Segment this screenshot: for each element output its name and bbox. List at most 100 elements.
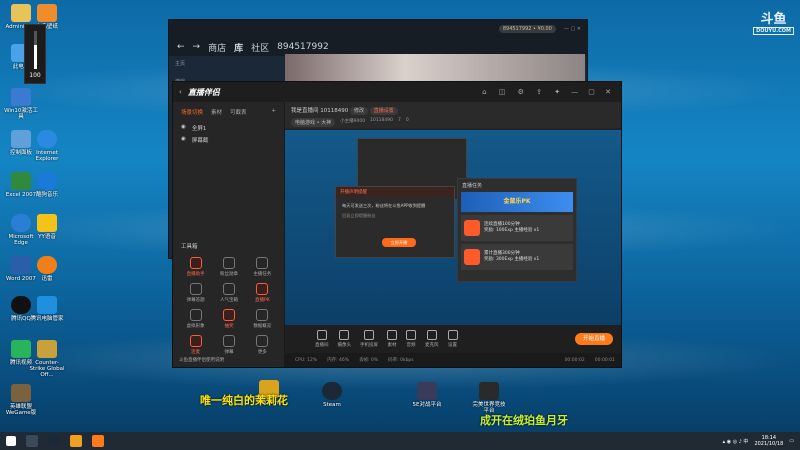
scene-label: 全屏1 (191, 126, 207, 132)
windows-start-icon[interactable] (6, 436, 16, 446)
room-category[interactable]: 电脑游戏 • 大神 (291, 118, 336, 127)
tab-material[interactable]: 素材 (211, 108, 222, 116)
streamer-taskbar-icon[interactable] (70, 435, 82, 447)
desktop-icon-win10[interactable]: Win10激活工具 (2, 88, 40, 120)
back-arrow-icon[interactable]: ← (177, 42, 185, 52)
desktop-icon-perfect-world[interactable]: 完美世界竞技平台 (470, 382, 508, 414)
monitor-icon (316, 330, 327, 340)
douyu-taskbar-icon[interactable] (92, 435, 104, 447)
ie-icon (37, 130, 57, 148)
live-settings-tag[interactable]: 直播设置 (369, 107, 398, 115)
pk-banner[interactable]: 金鼠乐PK (461, 192, 573, 212)
control-audio[interactable]: 音频 (406, 330, 416, 348)
desktop-icon-5e[interactable]: 5E对战平台 (408, 382, 446, 408)
tab-table[interactable]: 可截表 (230, 108, 247, 116)
room-gifts: 0 (405, 118, 409, 123)
tool-icon (189, 335, 202, 347)
tool-item[interactable]: 主播任务 (246, 257, 279, 277)
title-action-icons[interactable]: ⌂ ◫ ⚙ ⇪ ✦ (482, 88, 565, 96)
tool-item[interactable]: 粉丝勋章 (212, 257, 245, 277)
preview-area[interactable]: 开播声明提醒 每天可发送三次，粉丝将在斗鱼APP收到提醒 回复立即提醒粉丝 立即… (285, 130, 621, 325)
desktop-icon-steam[interactable]: Steam (313, 382, 351, 408)
lyric-line-2: 成开在绒珀鱼月牙 (480, 414, 568, 427)
perfect-world-icon (479, 382, 499, 400)
nav-library[interactable]: 库 (234, 41, 243, 54)
eye-icon[interactable]: ◉ (181, 124, 186, 132)
tool-item[interactable]: 抽奖 (212, 309, 245, 329)
desktop-icon-label: Internet Explorer (35, 150, 59, 162)
back-arrow-icon[interactable]: ‹ (179, 88, 182, 96)
bird-icon (37, 4, 57, 22)
control-material[interactable]: 素材 (387, 330, 397, 348)
nav-store[interactable]: 商店 (208, 41, 226, 54)
tool-item[interactable]: 弹幕 (212, 335, 245, 355)
usage-notice[interactable]: 斗鱼直播伴侣使用说明 (179, 357, 224, 363)
window-controls[interactable]: — ▢ ✕ (571, 88, 615, 96)
task-view-icon[interactable] (26, 435, 38, 447)
tool-item[interactable]: 弹幕答题 (179, 283, 212, 303)
desktop-icon-yy[interactable]: YY语音 (28, 214, 66, 240)
desktop-icon-ie[interactable]: Internet Explorer (28, 130, 66, 162)
tool-icon (222, 335, 235, 347)
desktop-icon-pc-manager[interactable]: 腾讯电脑管家 (28, 296, 66, 322)
tray-icons[interactable]: ▴ ◉ ◎ ♪ 中 (723, 438, 749, 445)
control-settings[interactable]: 设置 (447, 330, 458, 348)
control-camera[interactable]: 摄像头 (338, 330, 351, 348)
announce-dialog[interactable]: 开播声明提醒 每天可发送三次，粉丝将在斗鱼APP收到提醒 回复立即提醒粉丝 立即… (335, 186, 455, 258)
task-icon (464, 220, 480, 236)
start-live-button[interactable]: 开始直播 (575, 333, 613, 345)
notification-icon[interactable]: ▭ (789, 438, 794, 444)
camera-icon (339, 330, 350, 340)
control-room[interactable]: 直播间 (315, 330, 329, 348)
task-title: 直播任务 (462, 183, 483, 189)
room-title: 我是直播间 10118490 (291, 108, 349, 114)
tool-label: 人气宝箱 (219, 298, 238, 303)
clock[interactable]: 18:14 2021/10/18 (754, 435, 783, 447)
dialog-text: 每天可发送三次，粉丝将在斗鱼APP收到提醒 (342, 203, 426, 208)
left-panel: 场景切换 素材 可截表 + ◉ 全屏1 ◉ 屏幕截 工具箱 直播助手 粉丝勋章 … (173, 102, 285, 367)
tool-item[interactable]: 直播PK (246, 283, 279, 303)
desktop-icon-label: Win10激活工具 (4, 108, 38, 120)
kugou-icon (37, 172, 57, 190)
tool-icon (189, 283, 202, 295)
tool-item[interactable]: 直播助手 (179, 257, 212, 277)
window-controls[interactable]: — ▢ ✕ (564, 26, 581, 32)
tab-scene[interactable]: 场景切换 (181, 108, 203, 116)
forward-arrow-icon[interactable]: → (193, 42, 201, 52)
tool-item[interactable]: 连麦 (179, 335, 212, 355)
start-now-button[interactable]: 立即开播 (382, 238, 416, 247)
desktop-icon-csgo[interactable]: Counter-Strike Global Off... (28, 340, 66, 378)
volume-value: 100 (29, 72, 41, 79)
tool-item[interactable]: 人气宝箱 (212, 283, 245, 303)
control-phone[interactable]: 手机投屏 (360, 330, 378, 348)
eye-icon[interactable]: ◉ (181, 136, 186, 144)
tool-item[interactable]: 虚拟形象 (179, 309, 212, 329)
control-mic[interactable]: 麦克风 (425, 330, 439, 348)
nav-username[interactable]: 894517992 (277, 42, 329, 52)
edit-tag[interactable]: 修改 (350, 107, 369, 115)
gear-icon (447, 330, 458, 340)
scene-item[interactable]: ◉ 屏幕截 (173, 134, 284, 146)
desktop-icon-lol[interactable]: 英雄联盟 WeGame版 (2, 384, 40, 416)
steam-home[interactable]: 主页 (175, 60, 185, 67)
tool-icon (189, 309, 202, 321)
add-icon[interactable]: + (271, 108, 276, 116)
tool-label: 主播任务 (253, 272, 272, 277)
steam-taskbar-icon[interactable] (48, 435, 60, 447)
task-panel[interactable]: 直播任务 金鼠乐PK 连续直播100分钟 奖励: 100Exp 主播经验 x1 累… (457, 178, 577, 282)
desktop-icon-kugou[interactable]: 酷狗音乐 (28, 172, 66, 198)
desktop-icon-label: 酷狗音乐 (35, 192, 58, 198)
steam-account-pill[interactable]: 894517992 • ¥0.00 (498, 25, 556, 33)
nav-community[interactable]: 社区 (251, 41, 269, 54)
scene-item[interactable]: ◉ 全屏1 (173, 122, 284, 134)
tool-label: 直播PK (254, 298, 270, 303)
tool-label: 粉丝勋章 (219, 272, 238, 277)
tool-item[interactable]: 数据概览 (246, 309, 279, 329)
room-stats: 电脑游戏 • 大神 小主播9000 10118490 7 0 (291, 118, 615, 127)
task-item[interactable]: 累计直播300分钟 奖励: 300Exp 主播经验 x1 (461, 244, 573, 270)
task-item[interactable]: 连续直播100分钟 奖励: 100Exp 主播经验 x1 (461, 215, 573, 241)
tool-item[interactable]: 更多 (246, 335, 279, 355)
desktop-icon-xunlei[interactable]: 迅雷 (28, 256, 66, 282)
streamer-window[interactable]: ‹ 直播伴侣 ⌂ ◫ ⚙ ⇪ ✦ — ▢ ✕ 场景切换 素材 可截表 + ◉ 全… (172, 81, 622, 368)
volume-slider[interactable]: 100 (24, 24, 46, 84)
